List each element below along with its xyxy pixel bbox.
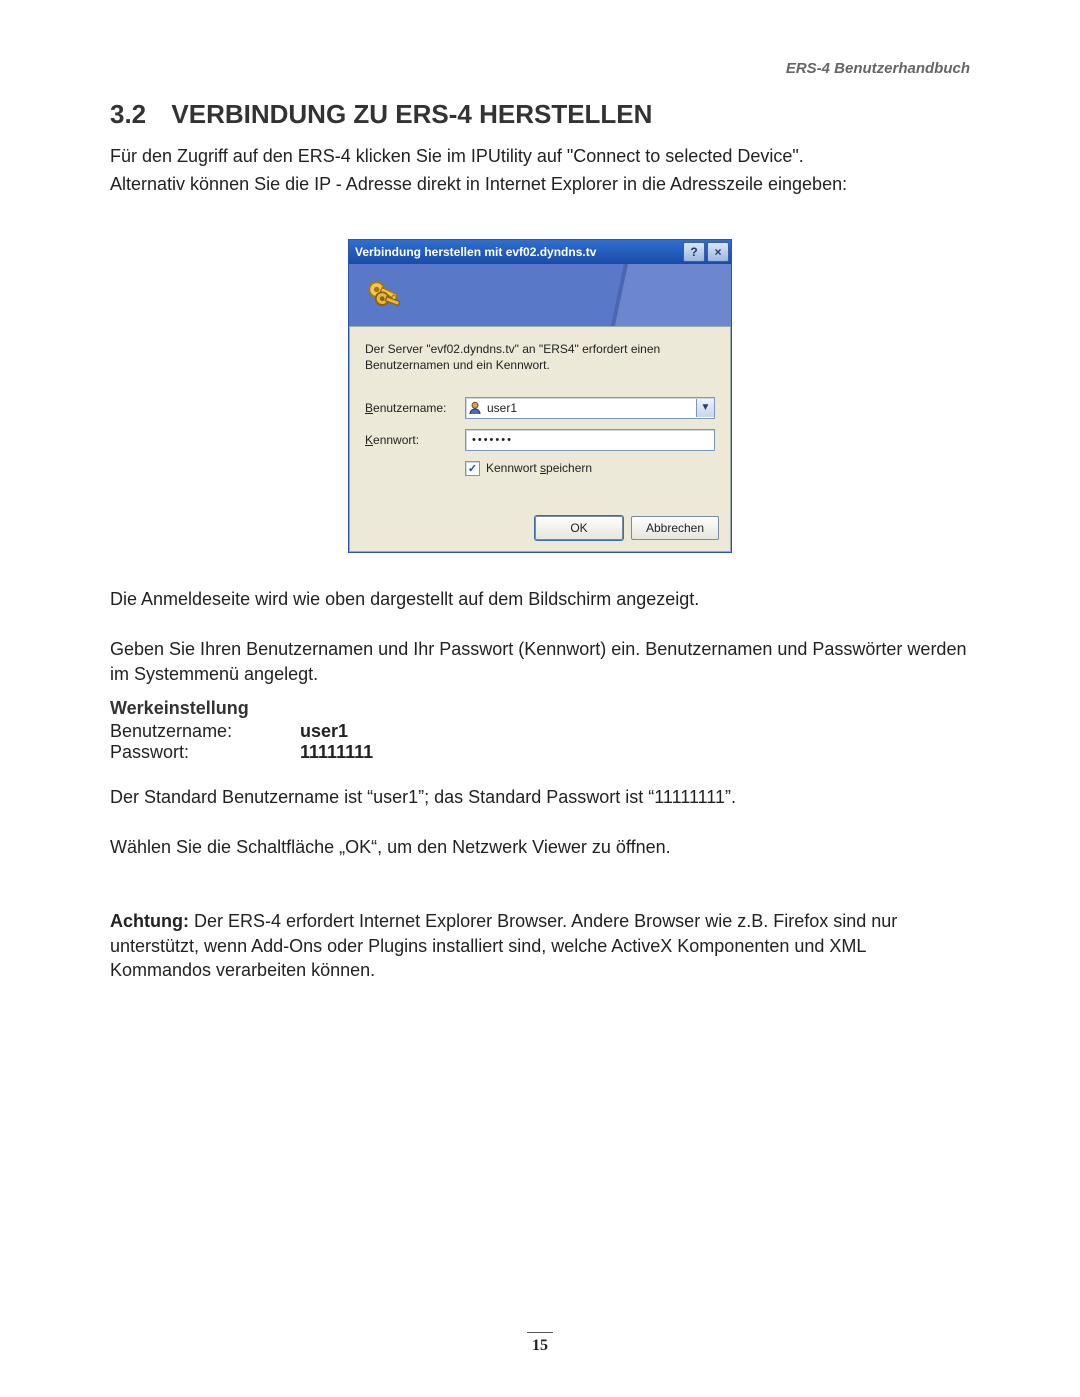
remember-label: Kennwort speichern (486, 461, 592, 475)
password-input[interactable]: ••••••• (465, 429, 715, 451)
dialog-titlebar[interactable]: Verbindung herstellen mit evf02.dyndns.t… (349, 240, 731, 264)
password-label: Kennwort: (365, 433, 465, 447)
section-title-text: VERBINDUNG ZU ERS-4 HERSTELLEN (171, 99, 652, 129)
warning-label: Achtung: (110, 911, 189, 931)
chevron-down-icon[interactable]: ▼ (696, 399, 714, 417)
close-button[interactable]: × (707, 242, 729, 262)
username-value: user1 (484, 401, 696, 415)
note-press-ok: Wählen Sie die Schaltfläche „OK“, um den… (110, 835, 970, 859)
after-dialog-p1: Die Anmeldeseite wird wie oben dargestel… (110, 587, 970, 611)
defaults-heading: Werkeinstellung (110, 698, 970, 719)
auth-dialog: Verbindung herstellen mit evf02.dyndns.t… (348, 239, 732, 553)
default-user-value: user1 (300, 721, 348, 742)
dialog-banner (349, 264, 731, 327)
username-label: Benutzername: (365, 401, 465, 415)
default-pass-value: 11111111 (300, 742, 373, 763)
page-number: 15 (0, 1337, 1080, 1355)
warning-paragraph: Achtung: Der ERS-4 erfordert Internet Ex… (110, 909, 970, 982)
dialog-info-text: Der Server "evf02.dyndns.tv" an "ERS4" e… (365, 341, 715, 373)
default-user-label: Benutzername: (110, 721, 300, 742)
default-pass-label: Passwort: (110, 742, 300, 763)
running-header: ERS-4 Benutzerhandbuch (110, 60, 970, 77)
password-value: ••••••• (472, 434, 513, 446)
help-button[interactable]: ? (683, 242, 705, 262)
after-dialog-p2: Geben Sie Ihren Benutzernamen und Ihr Pa… (110, 637, 970, 686)
intro-line-2: Alternativ können Sie die IP - Adresse d… (110, 172, 970, 196)
user-icon (466, 399, 484, 417)
section-heading: 3.2 VERBINDUNG ZU ERS-4 HERSTELLEN (110, 99, 970, 130)
username-input[interactable]: user1 ▼ (465, 397, 715, 419)
warning-text: Der ERS-4 erfordert Internet Explorer Br… (110, 911, 897, 980)
banner-decor (606, 264, 731, 327)
cancel-button[interactable]: Abbrechen (631, 516, 719, 540)
keys-icon (361, 272, 407, 318)
remember-checkbox[interactable]: ✓ (465, 461, 480, 476)
dialog-title: Verbindung herstellen mit evf02.dyndns.t… (355, 245, 681, 259)
intro-line-1: Für den Zugriff auf den ERS-4 klicken Si… (110, 144, 970, 168)
ok-button[interactable]: OK (535, 516, 623, 540)
section-number: 3.2 (110, 99, 146, 129)
page-number-rule (527, 1332, 553, 1333)
note-default-creds: Der Standard Benutzername ist “user1”; d… (110, 785, 970, 809)
